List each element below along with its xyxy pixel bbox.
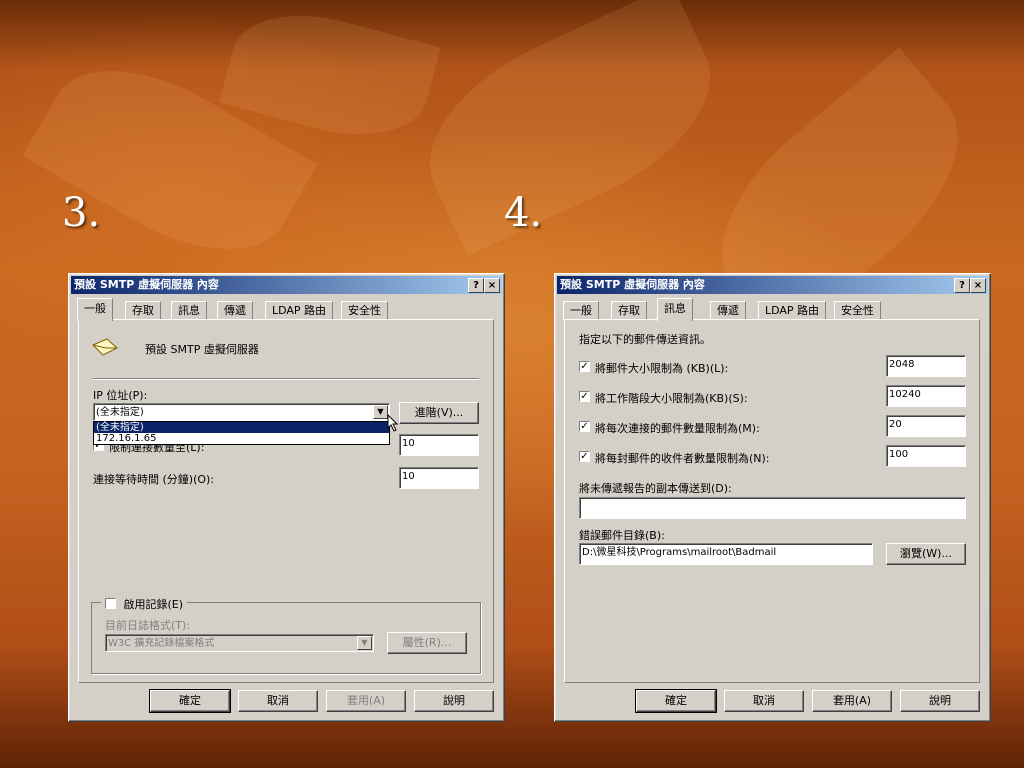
help-button[interactable]: 說明: [414, 690, 494, 712]
limit-messages-per-connection-checkbox[interactable]: ✓: [579, 421, 590, 432]
limit-session-size-label: 將工作階段大小限制為(KB)(S):: [595, 392, 748, 405]
smtp-properties-dialog-general: 預設 SMTP 虛擬伺服器 內容 ? × 一般 存取 訊息 傳遞 LDAP 路由…: [68, 273, 505, 722]
enable-logging-label: 啟用記錄(E): [123, 598, 184, 611]
tab-panel: 預設 SMTP 虛擬伺服器 IP 位址(P): (全未指定) ▼ 進階(V)..…: [78, 319, 494, 683]
help-title-button[interactable]: ?: [954, 278, 970, 293]
browse-button[interactable]: 瀏覽(W)...: [886, 543, 966, 565]
dropdown-option-all-unassigned[interactable]: (全未指定): [94, 422, 389, 433]
tab-general[interactable]: 一般: [77, 298, 113, 321]
tab-security[interactable]: 安全性: [341, 301, 388, 320]
badmail-directory-label: 錯誤郵件目錄(B):: [579, 529, 665, 542]
ip-address-select[interactable]: (全未指定): [93, 403, 390, 421]
log-format-select[interactable]: W3C 擴充記錄檔案格式: [105, 634, 374, 652]
dropdown-option-ip[interactable]: 172.16.1.65: [94, 433, 389, 444]
tab-general[interactable]: 一般: [563, 301, 599, 320]
limit-message-size-field[interactable]: 2048: [886, 355, 966, 377]
chevron-down-icon[interactable]: ▼: [357, 636, 372, 650]
logging-legend: 啟用記錄(E): [101, 596, 188, 611]
close-title-button[interactable]: ×: [970, 278, 986, 293]
ip-address-selected: (全未指定): [96, 407, 144, 418]
tab-access[interactable]: 存取: [125, 301, 161, 320]
tab-security[interactable]: 安全性: [834, 301, 881, 320]
ip-address-dropdown-list: (全未指定) 172.16.1.65: [93, 421, 390, 445]
tab-access[interactable]: 存取: [611, 301, 647, 320]
dialog-title: 預設 SMTP 虛擬伺服器 內容: [557, 276, 988, 294]
properties-button[interactable]: 屬性(R)...: [387, 632, 467, 654]
slide-number-right: 4.: [504, 190, 543, 236]
limit-message-size-checkbox[interactable]: ✓: [579, 361, 590, 372]
tab-ldap-routing[interactable]: LDAP 路由: [758, 301, 827, 320]
close-title-button[interactable]: ×: [484, 278, 500, 293]
cancel-button[interactable]: 取消: [724, 690, 804, 712]
limit-recipients-checkbox[interactable]: ✓: [579, 451, 590, 462]
server-name: 預設 SMTP 虛擬伺服器: [145, 343, 259, 356]
help-button[interactable]: 說明: [900, 690, 980, 712]
tab-delivery[interactable]: 傳遞: [217, 301, 253, 320]
connection-timeout-label: 連接等待時間 (分鐘)(O):: [93, 473, 215, 486]
badmail-directory-field[interactable]: D:\微星科技\Programs\mailroot\Badmail: [579, 543, 873, 565]
connection-timeout-field[interactable]: 10: [399, 467, 479, 489]
limit-session-size-checkbox[interactable]: ✓: [579, 391, 590, 402]
advanced-button[interactable]: 進階(V)...: [399, 402, 479, 424]
help-title-button[interactable]: ?: [468, 278, 484, 293]
log-format-label: 目前日誌格式(T):: [105, 619, 191, 632]
tab-panel: 指定以下的郵件傳送資訊。 ✓ 將郵件大小限制為 (KB)(L): 2048 ✓ …: [564, 319, 980, 683]
divider: [93, 378, 479, 380]
apply-button[interactable]: 套用(A): [812, 690, 892, 712]
limit-messages-per-connection-field[interactable]: 20: [886, 415, 966, 437]
mouse-pointer-icon: [387, 414, 399, 432]
chevron-down-icon[interactable]: ▼: [373, 405, 388, 419]
limit-messages-per-connection-label: 將每次連接的郵件數量限制為(M):: [595, 422, 760, 435]
dialog-title: 預設 SMTP 虛擬伺服器 內容: [71, 276, 502, 294]
ok-button[interactable]: 確定: [635, 689, 717, 713]
tab-messages[interactable]: 訊息: [171, 301, 207, 320]
smtp-properties-dialog-messages: 預設 SMTP 虛擬伺服器 內容 ? × 一般 存取 訊息 傳遞 LDAP 路由…: [554, 273, 991, 722]
apply-button[interactable]: 套用(A): [326, 690, 406, 712]
messages-intro: 指定以下的郵件傳送資訊。: [579, 333, 711, 346]
slide-number-left: 3.: [62, 190, 101, 236]
enable-logging-checkbox[interactable]: [105, 598, 116, 609]
limit-session-size-field[interactable]: 10240: [886, 385, 966, 407]
tab-ldap-routing[interactable]: LDAP 路由: [265, 301, 334, 320]
limit-message-size-label: 將郵件大小限制為 (KB)(L):: [595, 362, 729, 375]
cancel-button[interactable]: 取消: [238, 690, 318, 712]
background-leaf: [400, 0, 740, 256]
limit-connections-field[interactable]: 10: [399, 434, 479, 456]
tab-delivery[interactable]: 傳遞: [710, 301, 746, 320]
ip-address-label: IP 位址(P):: [93, 389, 148, 402]
ok-button[interactable]: 確定: [149, 689, 231, 713]
ndr-copy-field[interactable]: [579, 497, 966, 519]
envelope-icon: [92, 338, 118, 356]
tab-messages[interactable]: 訊息: [657, 298, 693, 321]
limit-recipients-label: 將每封郵件的收件者數量限制為(N):: [595, 452, 770, 465]
limit-recipients-field[interactable]: 100: [886, 445, 966, 467]
ndr-copy-label: 將未傳遞報告的副本傳送到(D):: [579, 482, 732, 495]
